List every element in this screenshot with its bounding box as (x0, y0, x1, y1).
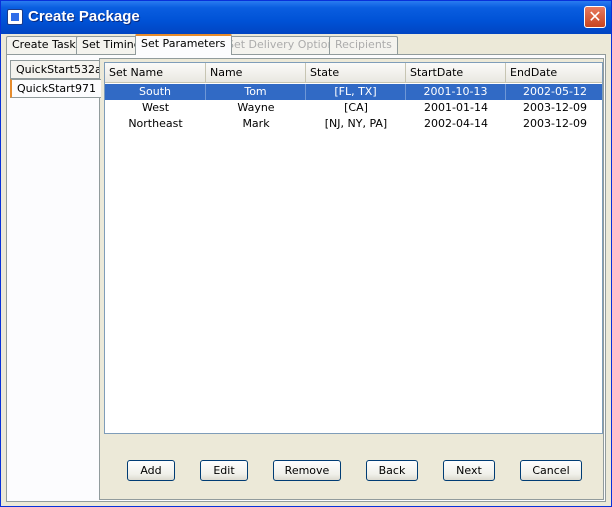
close-icon: ✕ (588, 7, 602, 26)
tab-recipients: Recipients (329, 36, 398, 54)
table-row[interactable]: Northeast Mark [NJ, NY, PA] 2002-04-14 2… (105, 116, 602, 132)
column-header-set-name[interactable]: Set Name (105, 63, 206, 83)
cell-set-name: Northeast (128, 117, 183, 130)
table-row[interactable]: West Wayne [CA] 2001-01-14 2003-12-09 (105, 100, 602, 116)
parameters-content: Set Name Name State StartDate EndDate So… (99, 58, 604, 500)
application-window-icon (7, 9, 23, 25)
cell-end-date: 2003-12-09 (523, 101, 587, 114)
column-header-name[interactable]: Name (206, 63, 306, 83)
window-title: Create Package (28, 8, 140, 25)
title-bar[interactable]: Create Package ✕ (1, 1, 611, 34)
column-header-state[interactable]: State (306, 63, 406, 83)
cell-end-date: 2003-12-09 (523, 117, 587, 130)
parameter-sets-table[interactable]: Set Name Name State StartDate EndDate So… (104, 62, 603, 434)
cell-name: Tom (206, 84, 306, 100)
remove-button[interactable]: Remove (273, 460, 341, 481)
tab-set-parameters[interactable]: Set Parameters (135, 34, 232, 55)
next-button[interactable]: Next (443, 460, 495, 481)
table-row[interactable]: South Tom [FL, TX] 2001-10-13 2002-05-12 (105, 84, 602, 100)
side-tab-quickstart532a[interactable]: QuickStart532a (10, 60, 102, 79)
side-tab-quickstart971[interactable]: QuickStart971 (10, 79, 101, 98)
cell-state: [CA] (344, 101, 368, 114)
column-header-start-date[interactable]: StartDate (406, 63, 506, 83)
column-header-end-date[interactable]: EndDate (506, 63, 604, 83)
cell-name: Mark (242, 117, 270, 130)
cell-start-date: 2001-10-13 (406, 84, 506, 100)
action-button-bar: Add Edit Remove Back Next Cancel (100, 453, 603, 483)
cell-state: [FL, TX] (306, 84, 406, 100)
add-button[interactable]: Add (127, 460, 175, 481)
set-parameters-panel: QuickStart532a QuickStart971 Set Name Na… (6, 54, 606, 502)
cell-start-date: 2001-01-14 (424, 101, 488, 114)
cell-name: Wayne (237, 101, 275, 114)
edit-button[interactable]: Edit (200, 460, 248, 481)
cell-state: [NJ, NY, PA] (324, 117, 388, 130)
create-package-window: Create Package ✕ Create Task Set Timing … (0, 0, 612, 507)
wizard-tab-bar: Create Task Set Timing Set Parameters Se… (6, 34, 606, 55)
cell-end-date: 2002-05-12 (523, 85, 587, 98)
close-button[interactable]: ✕ (584, 6, 606, 28)
tab-set-delivery-options: Set Delivery Options (221, 36, 347, 54)
cell-set-name: West (141, 101, 170, 114)
cell-start-date: 2002-04-14 (424, 117, 488, 130)
back-button[interactable]: Back (366, 460, 418, 481)
cell-set-name: South (105, 84, 206, 100)
cancel-button[interactable]: Cancel (520, 460, 582, 481)
table-header: Set Name Name State StartDate EndDate (105, 63, 602, 83)
tab-create-task[interactable]: Create Task (6, 36, 82, 54)
